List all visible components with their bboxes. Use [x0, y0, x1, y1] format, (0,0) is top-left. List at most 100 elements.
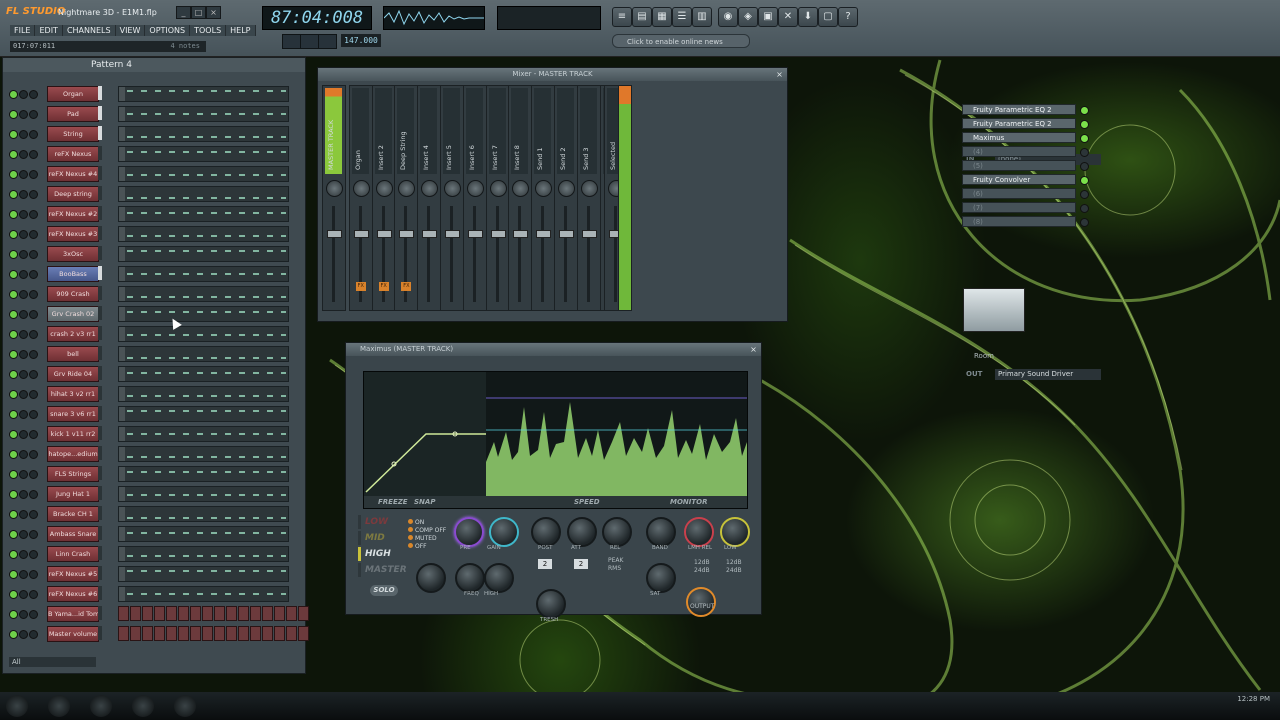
mute-led-icon[interactable]	[9, 370, 18, 379]
volume-knob-icon[interactable]	[29, 490, 38, 499]
step-button[interactable]	[226, 606, 237, 621]
step-button[interactable]	[298, 626, 309, 641]
mixer-track[interactable]: Send 2	[554, 85, 578, 311]
channel-button[interactable]: Ambass Snare	[47, 526, 99, 542]
effect-enable-icon[interactable]	[1080, 204, 1089, 213]
speed-button[interactable]: SPEED	[574, 496, 600, 508]
pan-knob-icon[interactable]	[19, 250, 28, 259]
mixer-track[interactable]: Insert 6	[462, 85, 487, 311]
pan-knob-icon[interactable]	[19, 310, 28, 319]
fx-indicator-icon[interactable]: FX	[355, 282, 366, 291]
mute-led-icon[interactable]	[9, 550, 18, 559]
channel-select-indicator[interactable]	[98, 366, 102, 380]
channel-button[interactable]: Linn Crash	[47, 546, 99, 562]
step-button[interactable]	[226, 626, 237, 641]
taskbar-app-3-icon[interactable]	[132, 695, 154, 717]
mute-led-icon[interactable]	[9, 570, 18, 579]
volume-fader[interactable]	[472, 206, 476, 302]
effect-slot[interactable]: Maximus	[962, 132, 1076, 143]
mini-piano-roll[interactable]	[118, 486, 289, 502]
fx-indicator-icon[interactable]: FX	[378, 282, 389, 291]
pause-button[interactable]	[282, 34, 301, 49]
step-button[interactable]	[250, 626, 261, 641]
maximus-knob-icon[interactable]	[720, 517, 750, 547]
step-button[interactable]	[274, 626, 285, 641]
effect-enable-icon[interactable]	[1080, 134, 1089, 143]
pan-knob-icon[interactable]	[19, 350, 28, 359]
pan-knob-icon[interactable]	[19, 190, 28, 199]
volume-knob-icon[interactable]	[29, 190, 38, 199]
pan-knob-icon[interactable]	[19, 410, 28, 419]
help-icon[interactable]: ?	[838, 7, 858, 27]
pan-knob-icon[interactable]	[19, 550, 28, 559]
maximus-knob-icon[interactable]	[531, 517, 561, 547]
mini-piano-roll[interactable]	[118, 106, 289, 122]
channel-button[interactable]: Organ	[47, 86, 99, 102]
channel-button[interactable]: kick 1 v11 rr2	[47, 426, 99, 442]
volume-knob-icon[interactable]	[29, 310, 38, 319]
online-icon[interactable]: ▢	[818, 7, 838, 27]
volume-knob-icon[interactable]	[29, 170, 38, 179]
mini-piano-roll[interactable]	[118, 506, 289, 522]
mixer-title-bar[interactable]: Mixer - MASTER TRACK	[318, 68, 787, 81]
fader-handle[interactable]	[445, 230, 460, 238]
maximus-knob-icon[interactable]	[567, 517, 597, 547]
step-button[interactable]	[262, 626, 273, 641]
channel-select-indicator[interactable]	[98, 166, 102, 180]
mute-led-icon[interactable]	[9, 290, 18, 299]
channel-button[interactable]: hatope...edium	[47, 446, 99, 462]
online-news-bar[interactable]: Click to enable online news	[612, 34, 750, 48]
mini-piano-roll[interactable]	[118, 286, 289, 302]
step-button[interactable]	[178, 606, 189, 621]
step-button[interactable]	[190, 606, 201, 621]
maximus-knob-icon[interactable]	[454, 517, 484, 547]
volume-fader[interactable]	[427, 206, 431, 302]
mixer-track[interactable]: Insert 4	[417, 85, 442, 311]
volume-knob-icon[interactable]	[29, 610, 38, 619]
mute-led-icon[interactable]	[9, 110, 18, 119]
volume-fader[interactable]	[586, 206, 590, 302]
fader-handle[interactable]	[559, 230, 574, 238]
volume-knob-icon[interactable]	[29, 210, 38, 219]
mini-piano-roll[interactable]	[118, 566, 289, 582]
step-button[interactable]	[118, 606, 129, 621]
pan-knob-icon[interactable]	[580, 180, 598, 197]
mini-piano-roll[interactable]	[118, 226, 289, 242]
channel-select-indicator[interactable]	[98, 546, 102, 560]
mini-piano-roll[interactable]	[118, 426, 289, 442]
step-button[interactable]	[238, 606, 249, 621]
pan-knob-icon[interactable]	[326, 180, 343, 197]
effect-enable-icon[interactable]	[1080, 190, 1089, 199]
volume-fader[interactable]	[332, 206, 335, 302]
menu-options[interactable]: OPTIONS	[145, 25, 191, 36]
pan-knob-icon[interactable]	[19, 150, 28, 159]
menu-channels[interactable]: CHANNELS	[62, 25, 116, 36]
channel-button[interactable]: 3xOsc	[47, 246, 99, 262]
mixer-output-select[interactable]: Primary Sound Driver	[995, 369, 1101, 380]
mode-rms[interactable]: RMS	[608, 565, 621, 572]
channel-select-indicator[interactable]	[98, 406, 102, 420]
step-button[interactable]	[298, 606, 309, 621]
minimize-icon[interactable]: _	[176, 6, 191, 19]
channel-button[interactable]: B Yama...id Tom	[47, 606, 99, 622]
mixer-icon[interactable]: ▥	[692, 7, 712, 27]
ratio-a-box[interactable]: 2	[538, 559, 552, 569]
mixer-track[interactable]: Send 1	[531, 85, 556, 311]
channel-select-indicator[interactable]	[98, 346, 102, 360]
mute-led-icon[interactable]	[9, 330, 18, 339]
band-selector[interactable]: MASTER	[358, 563, 407, 577]
mini-piano-roll[interactable]	[118, 386, 289, 402]
maximus-knob-icon[interactable]	[455, 563, 485, 593]
mixer-track[interactable]: MASTER TRACK	[322, 85, 346, 311]
step-button[interactable]	[274, 606, 285, 621]
pan-knob-icon[interactable]	[19, 590, 28, 599]
band-selector[interactable]: HIGH	[358, 547, 405, 561]
channel-select-indicator[interactable]	[98, 246, 102, 260]
effect-enable-icon[interactable]	[1080, 176, 1089, 185]
channel-button[interactable]: reFX Nexus #2	[47, 206, 99, 222]
snap-button[interactable]: SNAP	[414, 496, 435, 508]
pan-knob-icon[interactable]	[421, 180, 439, 197]
volume-knob-icon[interactable]	[29, 430, 38, 439]
fader-handle[interactable]	[490, 230, 506, 238]
volume-knob-icon[interactable]	[29, 110, 38, 119]
